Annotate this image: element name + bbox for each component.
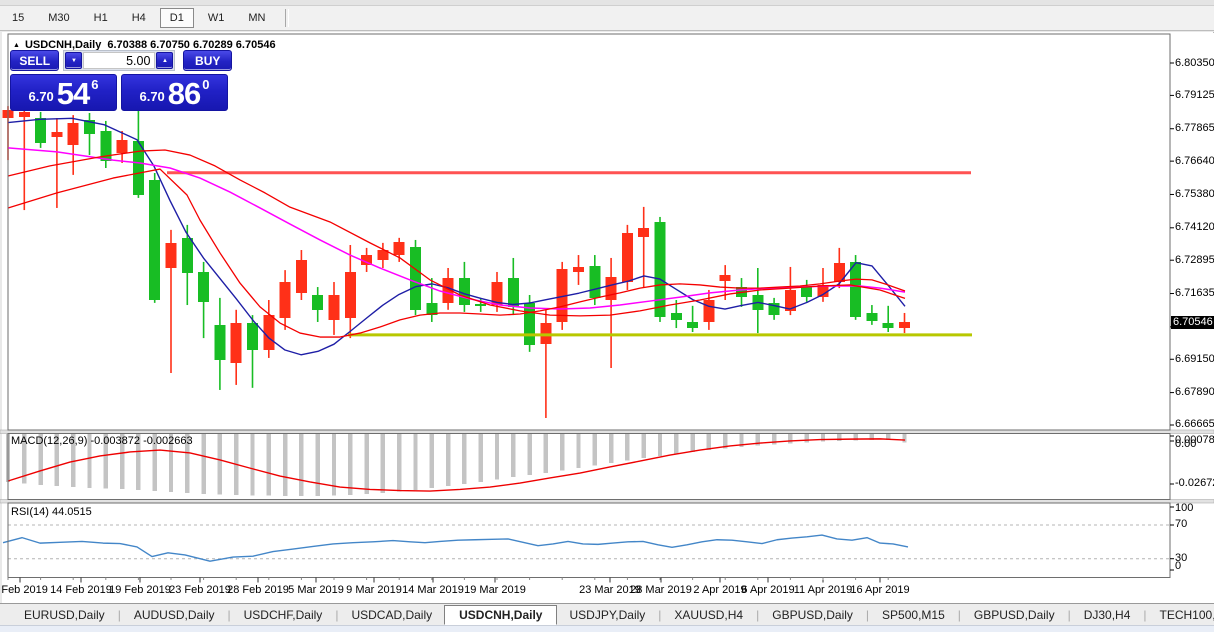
buy-price-sup: 0 [202, 77, 209, 92]
toolbar-separator [285, 9, 289, 27]
volume-increase-button[interactable]: ▲ [156, 52, 173, 69]
sell-price-big: 54 [57, 81, 89, 107]
volume-spinner: ▼ 5.00 ▲ [63, 50, 175, 71]
price-axis-label: 6.79125 [1175, 89, 1214, 101]
rsi-indicator-label: RSI(14) 44.0515 [11, 506, 92, 518]
buy-button[interactable]: BUY [183, 50, 232, 71]
chart-tab-eurusd-0[interactable]: EURUSD,Daily [12, 606, 117, 624]
buy-price-big: 86 [168, 81, 200, 107]
trading-terminal: 15M30H1H4D1W1MN ▲USDCNH,Daily6.70388 6.7… [0, 0, 1214, 631]
date-axis-label: 16 Apr 2019 [845, 584, 915, 596]
chart-tab-audusd-1[interactable]: AUDUSD,Daily [122, 606, 227, 624]
macd-axis-label: 0.00 [1175, 438, 1196, 450]
chart-tab-gbpusd-9[interactable]: GBPUSD,Daily [962, 606, 1067, 624]
timeframe-toolbar: 15M30H1H4D1W1MN [0, 6, 1214, 31]
macd-indicator-label: MACD(12,26,9) -0.003872 -0.002663 [11, 435, 193, 447]
buy-price-display[interactable]: 6.70 860 [121, 74, 228, 111]
price-axis-label: 6.74120 [1175, 221, 1214, 233]
chart-tab-tech100-11[interactable]: TECH100,H1 [1148, 606, 1214, 624]
timeframe-button-d1[interactable]: D1 [160, 8, 194, 28]
sell-price-prefix: 6.70 [28, 89, 53, 104]
chart-tab-gbpusd-7[interactable]: GBPUSD,Daily [760, 606, 865, 624]
sell-price-sup: 6 [91, 77, 98, 92]
chevron-down-icon: ▼ [71, 58, 77, 64]
price-axis-label: 6.75380 [1175, 188, 1214, 200]
chart-tab-dj30-10[interactable]: DJ30,H4 [1072, 606, 1143, 624]
price-axis-label: 6.66665 [1175, 418, 1214, 430]
macd-axis-label: -0.026721 [1175, 477, 1214, 489]
chart-tab-bar: EURUSD,Daily|AUDUSD,Daily|USDCHF,Daily|U… [0, 603, 1214, 625]
date-axis-label: 19 Mar 2019 [460, 584, 530, 596]
timeframe-button-mn[interactable]: MN [238, 8, 275, 28]
rsi-axis-label: 0 [1175, 560, 1181, 572]
price-axis-label: 6.80350 [1175, 57, 1214, 69]
chart-window [2, 32, 1214, 604]
collapse-triangle-icon[interactable]: ▲ [13, 42, 20, 49]
volume-input[interactable]: 5.00 [83, 52, 155, 69]
price-axis-label: 6.76640 [1175, 155, 1214, 167]
chart-tab-sp500-8[interactable]: SP500,M15 [870, 606, 957, 624]
chart-tab-usdcad-3[interactable]: USDCAD,Daily [339, 606, 444, 624]
price-axis-label: 6.72895 [1175, 254, 1214, 266]
current-price-tag: 6.70546 [1171, 316, 1214, 329]
timeframe-button-m30[interactable]: M30 [38, 8, 79, 28]
volume-decrease-button[interactable]: ▼ [65, 52, 82, 69]
one-click-trade-panel: SELL ▼ 5.00 ▲ BUY 6.70 546 6.70 860 [10, 50, 232, 111]
price-axis-label: 6.77865 [1175, 122, 1214, 134]
sell-price-display[interactable]: 6.70 546 [10, 74, 117, 111]
chart-tab-xauusd-6[interactable]: XAUUSD,H4 [662, 606, 755, 624]
chevron-up-icon: ▲ [162, 58, 168, 64]
price-axis-label: 6.67890 [1175, 386, 1214, 398]
price-axis-label: 6.71635 [1175, 287, 1214, 299]
chart-tab-usdchf-2[interactable]: USDCHF,Daily [232, 606, 335, 624]
sell-button[interactable]: SELL [10, 50, 59, 71]
timeframe-button-w1[interactable]: W1 [198, 8, 235, 28]
rsi-axis-label: 70 [1175, 518, 1187, 530]
timeframe-button-h1[interactable]: H1 [84, 8, 118, 28]
chart-tab-usdcnh-active[interactable]: USDCNH,Daily [444, 605, 557, 625]
timeframe-button-15[interactable]: 15 [2, 8, 34, 28]
date-axis-label: 14 Mar 2019 [398, 584, 468, 596]
chart-tab-usdjpy-5[interactable]: USDJPY,Daily [557, 606, 657, 624]
rsi-axis-label: 100 [1175, 502, 1193, 514]
timeframe-button-h4[interactable]: H4 [122, 8, 156, 28]
buy-price-prefix: 6.70 [139, 89, 164, 104]
price-axis-label: 6.69150 [1175, 353, 1214, 365]
